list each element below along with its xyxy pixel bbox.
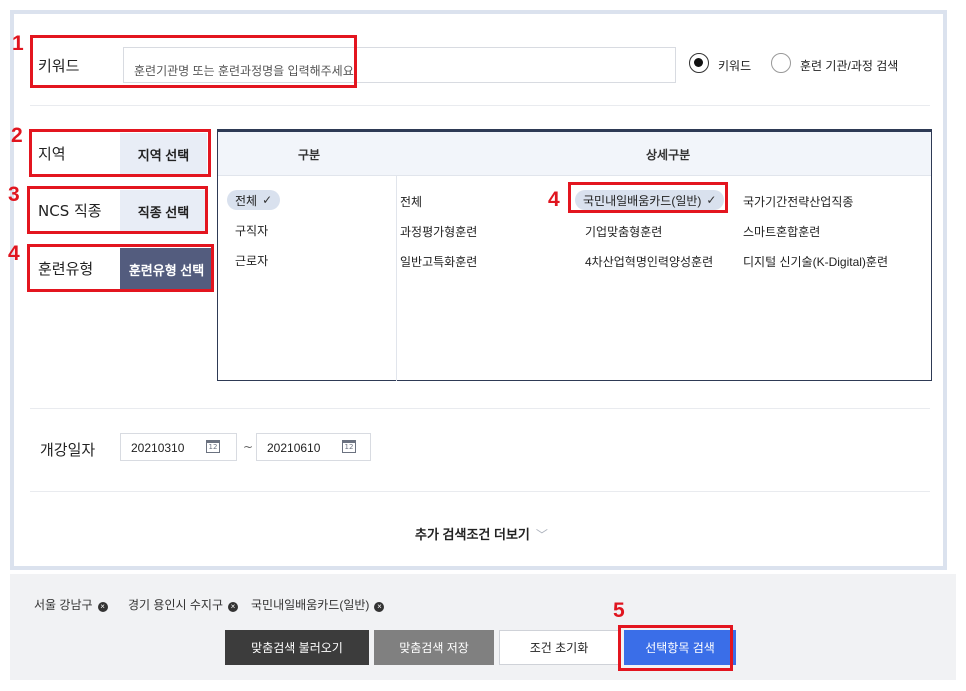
detail-option-k-digital[interactable]: 디지털 신기술(K-Digital)훈련 (743, 253, 888, 270)
save-custom-search-button[interactable]: 맞춤검색 저장 (374, 630, 494, 665)
remove-tag-icon[interactable]: × (97, 602, 108, 612)
load-custom-search-button[interactable]: 맞춤검색 불러오기 (225, 630, 369, 665)
more-conditions-toggle[interactable]: 추가 검색조건 더보기 ﹀ (415, 524, 548, 543)
radio-keyword-label: 키워드 (718, 59, 752, 73)
radio-selected-dot (694, 58, 703, 67)
calendar-icon[interactable]: 12 (206, 440, 220, 453)
selected-tag-label: 서울 강남구 (34, 598, 93, 612)
annotation-number: 1 (12, 32, 24, 55)
divider (30, 105, 930, 106)
divider (30, 408, 930, 409)
annotation-number: 5 (613, 599, 625, 622)
selected-tag: 경기 용인시 수지구 × (128, 596, 238, 613)
check-icon: ✓ (262, 193, 273, 207)
divider (30, 491, 930, 492)
annotation-box (27, 244, 214, 292)
category-option-jobseeker[interactable]: 구직자 (235, 222, 268, 239)
radio-institution-label: 훈련 기관/과정 검색 (800, 59, 899, 73)
selected-tag: 국민내일배움카드(일반) × (251, 596, 385, 613)
remove-tag-icon[interactable]: × (228, 602, 238, 612)
training-type-dropdown-panel: 구분 상세구분 전체 ✓ 구직자 근로자 전체 국민내일배움카드(일반) ✓ 국… (217, 129, 932, 381)
annotation-box (618, 625, 733, 671)
calendar-icon[interactable]: 12 (342, 440, 356, 453)
date-range-tilde: ~ (243, 440, 254, 454)
annotation-box (30, 35, 357, 88)
reset-conditions-button[interactable]: 조건 초기화 (499, 630, 619, 665)
selected-tag: 서울 강남구 × (34, 596, 108, 613)
category-option-label: 전체 (235, 193, 258, 208)
more-conditions-label: 추가 검색조건 더보기 (415, 527, 530, 542)
detail-option-smart-blended[interactable]: 스마트혼합훈련 (743, 223, 820, 240)
annotation-number: 4 (548, 188, 560, 211)
panel-col-category: 구분 (298, 148, 321, 162)
annotation-box (27, 186, 208, 234)
detail-option-enterprise[interactable]: 기업맞춤형훈련 (585, 223, 662, 240)
annotation-box (568, 182, 728, 213)
panel-col-detail: 상세구분 (646, 148, 691, 162)
selected-tag-label: 국민내일배움카드(일반) (251, 598, 370, 612)
detail-option-4th-industry[interactable]: 4차산업혁명인력양성훈련 (585, 253, 713, 270)
category-option-all[interactable]: 전체 ✓ (227, 190, 281, 210)
detail-option-course-eval[interactable]: 과정평가형훈련 (400, 223, 477, 240)
annotation-number: 4 (8, 242, 20, 265)
annotation-number: 3 (8, 183, 20, 206)
start-date-label: 개강일자 (40, 441, 96, 459)
detail-option-vocational-hs[interactable]: 일반고특화훈련 (400, 253, 477, 270)
detail-option-all[interactable]: 전체 (400, 193, 422, 210)
annotation-box (29, 129, 211, 177)
radio-institution[interactable] (771, 53, 791, 73)
remove-tag-icon[interactable]: × (374, 602, 385, 612)
chevron-down-icon: ﹀ (535, 528, 548, 542)
detail-option-national-strategic[interactable]: 국가기간전략산업직종 (743, 193, 853, 210)
annotation-number: 2 (11, 124, 23, 147)
selected-tag-label: 경기 용인시 수지구 (128, 598, 223, 612)
panel-column-divider (396, 176, 397, 381)
panel-header: 구분 상세구분 (218, 132, 931, 176)
category-option-worker[interactable]: 근로자 (235, 252, 268, 269)
radio-keyword[interactable] (689, 53, 709, 73)
